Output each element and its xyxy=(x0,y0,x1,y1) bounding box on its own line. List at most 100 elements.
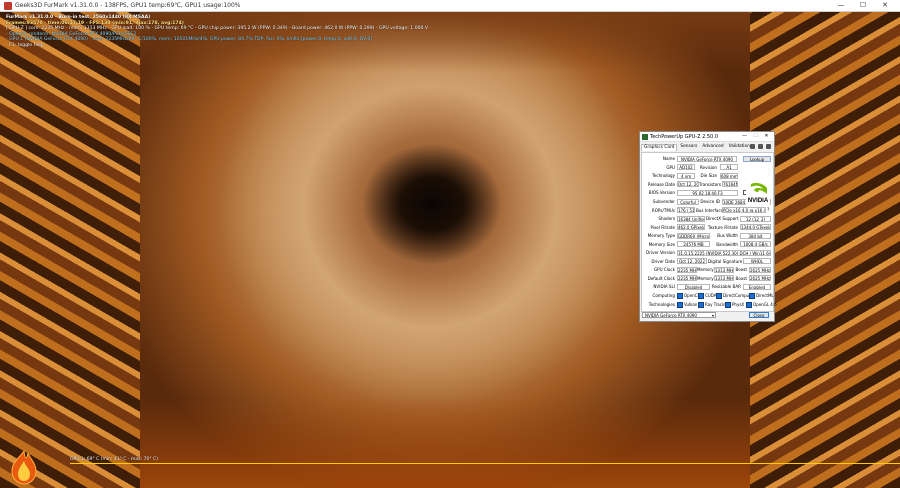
memsize-label: Memory Size xyxy=(648,241,675,247)
defclock-label: Default Clock xyxy=(647,275,675,281)
technologies-label: Technologies xyxy=(648,301,675,307)
camera-icon[interactable] xyxy=(750,144,755,149)
bios-value: 95.02.18.40.F3 xyxy=(677,189,738,196)
vulkan-checkbox[interactable] xyxy=(677,301,683,308)
tunnel-texture-bottom xyxy=(140,398,750,488)
digsig-label: Digital Signature xyxy=(708,258,743,264)
tech-physx[interactable]: PhysX xyxy=(725,301,744,308)
release-value: Oct 12, 2022 xyxy=(677,181,699,187)
gpuz-window[interactable]: TechPowerUp GPU-Z 2.50.0 — ☐ ✕ Graphics … xyxy=(639,131,777,322)
businterface-value: PCIe x16 4.0 @ x16 4.0 xyxy=(722,207,766,213)
driverver-label: Driver Version xyxy=(646,250,675,255)
bandwidth-label: Bandwidth xyxy=(716,241,738,247)
rops-value: 176 / 512 xyxy=(677,207,695,213)
subvendor-value: Colorful xyxy=(677,198,699,205)
pixel-label: Pixel Fillrate xyxy=(650,224,675,230)
physx-checkbox[interactable] xyxy=(725,301,731,308)
window-title: Geeks3D FurMark v1.31.0.0 - 138FPS, GPU1… xyxy=(15,2,241,9)
close-window-button[interactable]: ✕ xyxy=(874,0,896,11)
digsig-value: WHQL xyxy=(743,258,771,264)
cuda-checkbox[interactable] xyxy=(698,293,704,299)
vulkan-label: Vulkan xyxy=(684,301,698,307)
raytracing-checkbox[interactable] xyxy=(698,301,704,308)
pixel-value: 462.0 GPixel/s xyxy=(677,224,705,230)
buswidth-label: Bus Width xyxy=(717,233,738,238)
directml-label: DirectML xyxy=(756,293,774,298)
tab-advanced[interactable]: Advanced xyxy=(700,144,725,150)
graphics-card-panel: Name NVIDIA GeForce RTX 4090 Lookup GPU … xyxy=(641,152,777,312)
gpuz-maximize-button[interactable]: ☐ xyxy=(750,132,761,141)
furmark-flame-logo-icon xyxy=(11,449,37,485)
cuda-label: CUDA xyxy=(705,293,717,298)
driverver-value: 31.0.15.2225 (NVIDIA 522.30) DCH / Win11… xyxy=(677,249,771,256)
texture-label: Texture Fillrate xyxy=(707,224,738,230)
temp-graph-label: GPU 1: 69° C (min: 41° C - max: 70° C) xyxy=(70,457,158,462)
osd-line-help: - F1: toggle help xyxy=(6,42,44,48)
name-value: NVIDIA GeForce RTX 4090 xyxy=(677,155,737,162)
menu-icon[interactable] xyxy=(766,144,771,149)
computing-label: Computing xyxy=(652,293,675,298)
memsize-value: 24576 MB xyxy=(677,241,710,247)
driverdate-label: Driver Date xyxy=(651,258,675,264)
tech-raytracing[interactable]: Ray Tracing xyxy=(698,301,728,308)
gpuclock-label: GPU Clock xyxy=(653,267,675,272)
computing-directml[interactable]: DirectML xyxy=(749,292,774,299)
opencl-checkbox[interactable] xyxy=(677,293,683,299)
directml-checkbox[interactable] xyxy=(749,293,755,299)
lookup-button[interactable]: Lookup xyxy=(743,155,771,162)
defclock-value: 2235 MHz xyxy=(677,275,697,281)
help-icon[interactable]: ? xyxy=(767,207,769,214)
sli-value: Disabled xyxy=(677,283,710,290)
rops-label: ROPs/TMUs xyxy=(651,207,675,213)
opengl-label: OpenGL 4.6 xyxy=(753,301,777,307)
tab-validation[interactable]: Validation xyxy=(727,144,752,150)
maximize-button[interactable]: ☐ xyxy=(852,0,874,11)
gpuz-close-button[interactable]: ✕ xyxy=(761,132,772,141)
gpuz-minimize-button[interactable]: — xyxy=(739,132,750,141)
furmark-app-icon xyxy=(4,1,12,10)
computing-opencl[interactable]: OpenCL xyxy=(677,292,700,299)
gpuz-titlebar[interactable]: TechPowerUp GPU-Z 2.50.0 — ☐ ✕ xyxy=(640,132,774,142)
computing-cuda[interactable]: CUDA xyxy=(698,292,716,299)
bios-label: BIOS Version xyxy=(648,190,675,195)
gpu-value: AD102 xyxy=(677,164,695,170)
osd-line-gpuz: [ GPU-Z ] core: 2235 MHz - mem: 1313 MHz… xyxy=(6,26,429,32)
minimize-button[interactable]: — xyxy=(830,0,852,11)
defclock-memory-label: Memory xyxy=(697,275,714,281)
sli-label: NVIDIA SLI xyxy=(653,284,675,289)
businterface-label: Bus Interface xyxy=(696,207,724,213)
nvidia-wordmark: NVIDIA xyxy=(748,198,769,204)
buswidth-value: 384 bit xyxy=(740,232,771,239)
directcompute-checkbox[interactable] xyxy=(716,293,722,299)
tab-sensors[interactable]: Sensors xyxy=(678,144,699,150)
tunnel-texture-left xyxy=(0,12,140,488)
revision-value: A1 xyxy=(720,164,738,170)
gpuz-app-icon xyxy=(642,133,648,140)
tab-graphics-card[interactable]: Graphics Card xyxy=(641,144,678,151)
opengl-checkbox[interactable] xyxy=(746,301,752,308)
gpuz-close-dialog-button[interactable]: Close xyxy=(749,312,769,318)
gpuz-tabs: Graphics Card Sensors Advanced Validatio… xyxy=(641,144,753,151)
defclock-boost-value: 2625 MHz xyxy=(749,275,771,281)
transistors-label: Transistors xyxy=(699,181,722,187)
transistors-value: 76164M xyxy=(722,181,738,187)
computing-directcompute[interactable]: DirectCompute xyxy=(716,292,753,299)
memtype-label: Memory Type xyxy=(647,233,675,238)
technology-value: 4 nm xyxy=(677,172,695,179)
gpu-select-dropdown[interactable]: NVIDIA GeForce RTX 4090 ▾ xyxy=(642,312,716,318)
osd-overlay: FurMark v1.31.0.0 - Burn-in test, 2560x1… xyxy=(6,15,428,49)
tech-opengl[interactable]: OpenGL 4.6 xyxy=(746,301,777,308)
window-titlebar: Geeks3D FurMark v1.31.0.0 - 138FPS, GPU1… xyxy=(0,0,900,12)
tech-vulkan[interactable]: Vulkan xyxy=(677,301,697,308)
rebar-label: Resizable BAR xyxy=(711,284,741,289)
gpu-select-value: NVIDIA GeForce RTX 4090 xyxy=(645,313,697,318)
subvendor-label: Subvendor xyxy=(652,199,675,204)
rebar-value: Enabled xyxy=(743,283,771,290)
deviceid-label: Device ID xyxy=(700,199,720,204)
chevron-down-icon: ▾ xyxy=(711,313,714,318)
directx-label: DirectX Support xyxy=(706,216,739,221)
gpuclock-mem-value: 1313 MHz xyxy=(714,266,734,273)
gpuclock-memory-label: Memory xyxy=(697,267,714,272)
refresh-icon[interactable] xyxy=(758,144,763,149)
memtype-value: GDDR6X (Micron) xyxy=(677,232,710,239)
